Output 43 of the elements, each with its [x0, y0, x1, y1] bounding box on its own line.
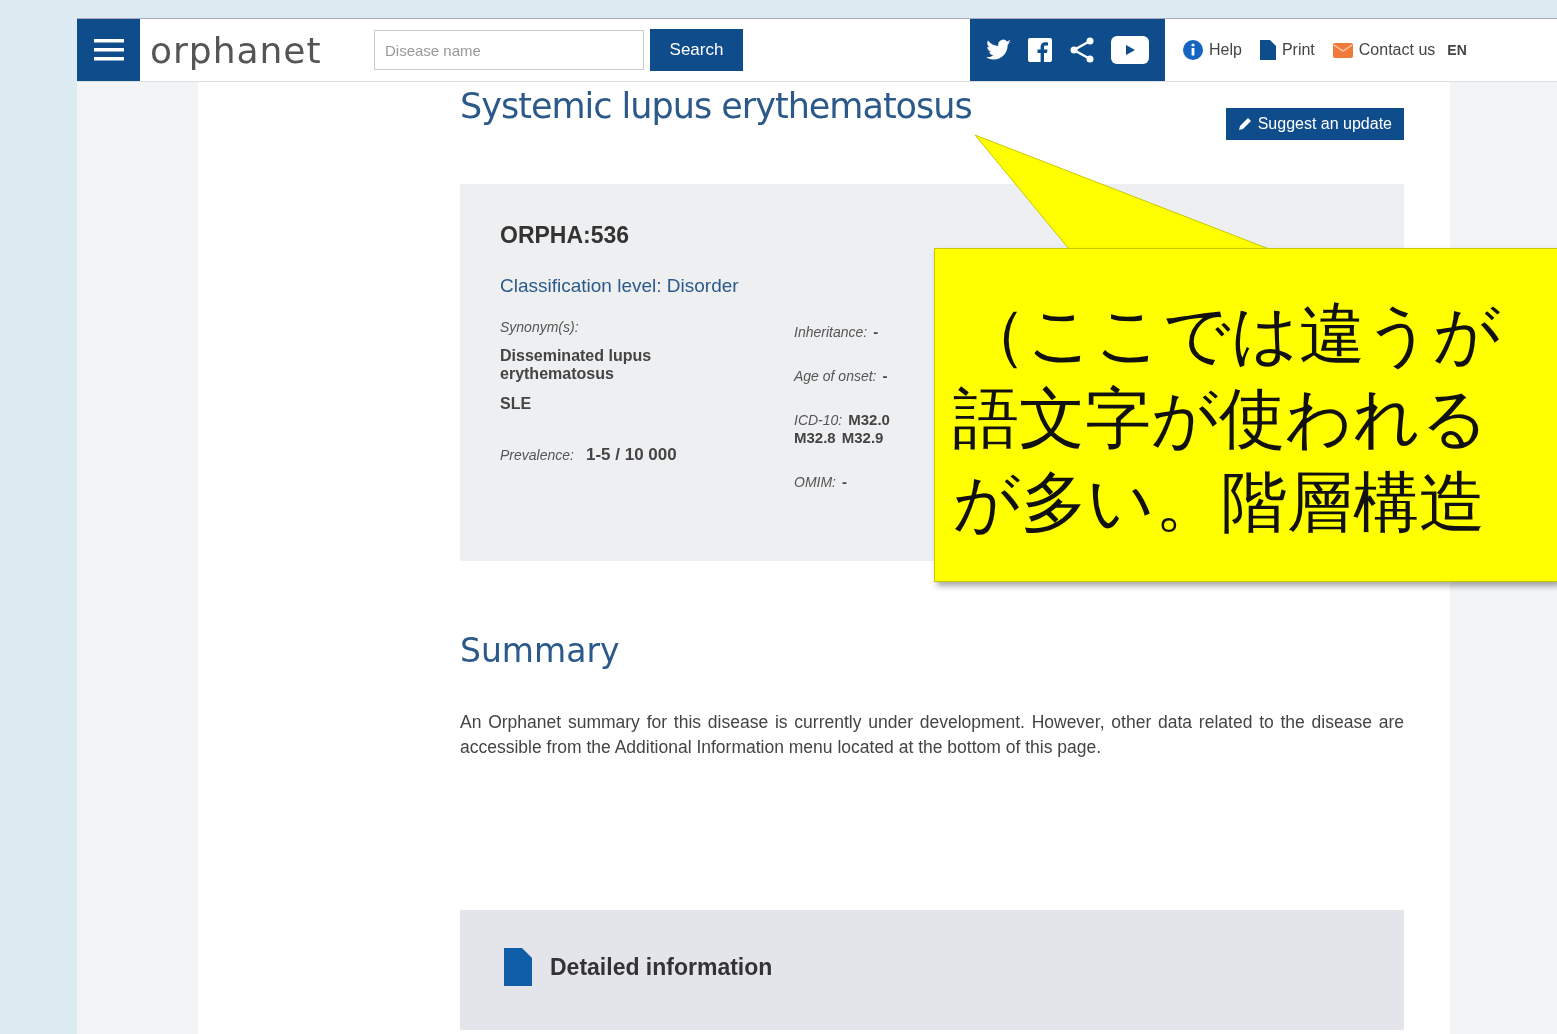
section-heading: Summary — [460, 631, 621, 670]
field-value: - — [882, 367, 888, 384]
document-icon — [504, 948, 532, 986]
field-label: Inheritance: — [794, 324, 868, 340]
menu-button[interactable] — [77, 19, 140, 81]
field-value: M32.8 — [794, 429, 836, 446]
play-icon[interactable] — [1110, 36, 1149, 64]
header-link[interactable]: Help — [1183, 40, 1242, 60]
field-label: Prevalence: — [500, 447, 574, 463]
envelope-icon — [1332, 42, 1353, 58]
bird-icon[interactable] — [986, 39, 1013, 61]
callout-text: 語文字が使われる — [953, 379, 1489, 459]
field-label: Age of onset: — [794, 368, 877, 384]
classification-link[interactable]: Classification level: Disorder — [500, 275, 739, 297]
field-label: OMIM: — [794, 474, 836, 490]
header-link[interactable]: Print — [1259, 40, 1315, 60]
language-selector[interactable]: EN — [1447, 42, 1467, 58]
site-logo[interactable]: orphanet — [150, 29, 360, 71]
panel-heading[interactable]: Detailed information — [550, 954, 773, 981]
field-value: - — [873, 323, 879, 340]
orpha-code: ORPHA:536 — [500, 222, 631, 249]
info-icon — [1183, 40, 1203, 60]
suggest-update-button[interactable]: Suggest an update — [1225, 108, 1404, 140]
field-label: ICD-10: — [794, 412, 843, 428]
field-value: - — [842, 473, 847, 490]
pencil-icon — [1237, 117, 1252, 131]
field-label: Synonym(s): — [500, 319, 580, 335]
search-field[interactable]: Disease name — [374, 30, 644, 70]
header-link[interactable]: Contact us — [1332, 41, 1436, 59]
callout-text: が多い。階層構造 — [953, 463, 1485, 543]
document-icon — [1259, 40, 1276, 60]
facebook-icon[interactable] — [1028, 38, 1053, 62]
share-icon[interactable] — [1068, 37, 1095, 63]
callout-text: （ここでは違うが — [961, 295, 1501, 375]
synonym-text: SLE — [500, 395, 533, 413]
summary-paragraph: An Orphanet summary for this disease is currently under development. However, other data related to the disease are accessible from the Additional Information menu located at the bottom of this page. — [460, 711, 1404, 759]
page-title: Systemic lupus erythematosus — [460, 86, 972, 126]
menu-icon — [93, 37, 124, 63]
field-value: M32.0 — [848, 411, 890, 428]
prevalence-value: 1-5 / 10 000 — [585, 445, 677, 465]
synonym-text: Disseminated lupus erythematosus — [500, 347, 653, 383]
search-button[interactable]: Search — [650, 29, 743, 71]
field-value: M32.9 — [841, 429, 884, 446]
